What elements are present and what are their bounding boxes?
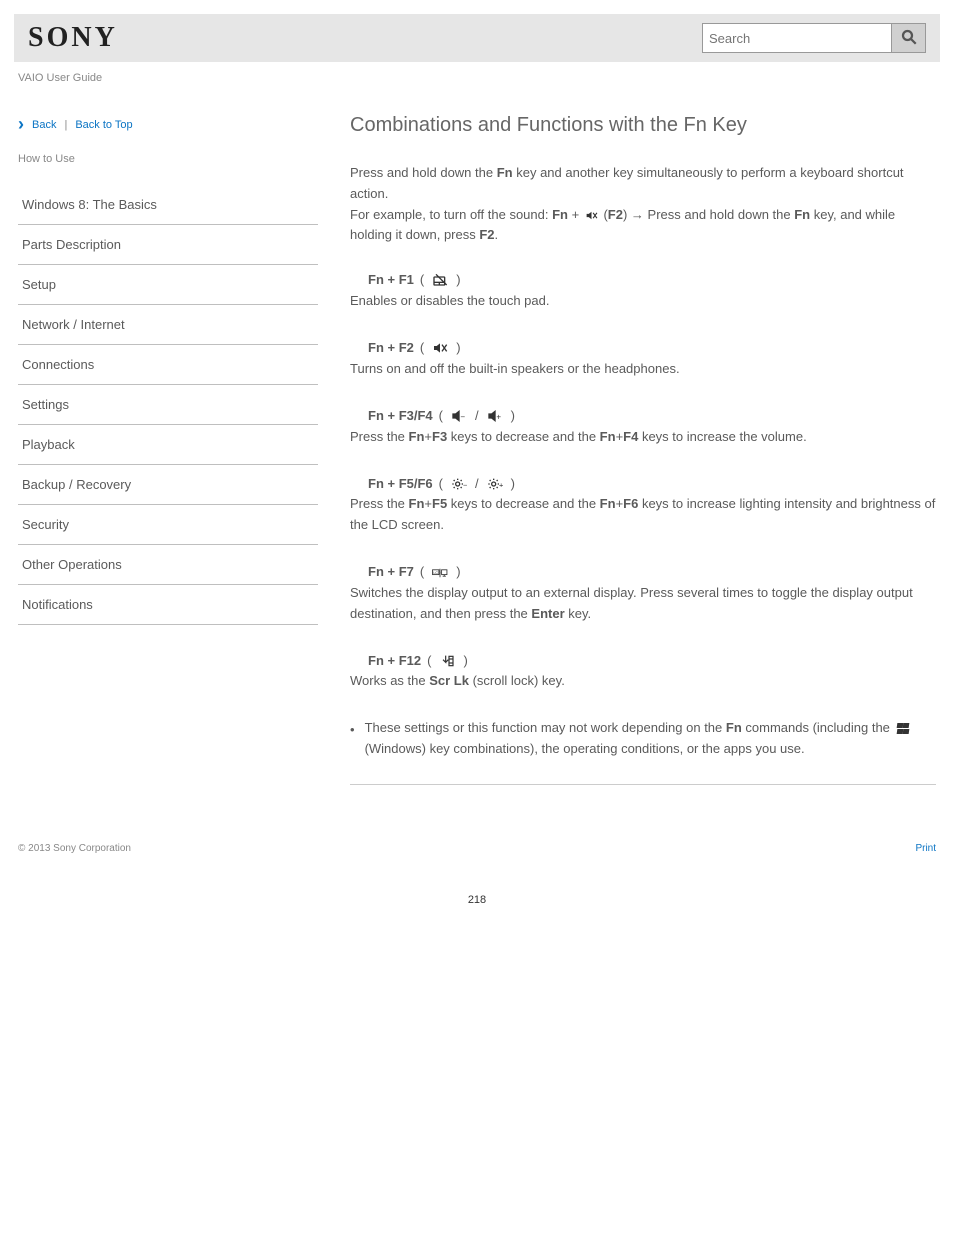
sidebar-item-playback[interactable]: Playback	[18, 425, 318, 465]
volume-up-icon: +	[487, 408, 503, 424]
search-input[interactable]	[702, 23, 892, 53]
sidebar-item-network[interactable]: Network / Internet	[18, 305, 318, 345]
svg-text:+: +	[499, 480, 503, 489]
sidebar-item-windows8[interactable]: Windows 8: The Basics	[18, 185, 318, 225]
fn-row-f1: Fn + F1 ( ) Enables or disables the touc…	[350, 270, 936, 312]
product-name: VAIO User Guide	[18, 72, 936, 84]
sidebar-item-setup[interactable]: Setup	[18, 265, 318, 305]
sidebar-item-notifications[interactable]: Notifications	[18, 585, 318, 625]
search-form	[702, 23, 926, 53]
fn-label-f7: Fn + F7 ( LCD )	[368, 562, 461, 583]
page-title: Combinations and Functions with the Fn K…	[350, 114, 936, 137]
chevron-right-icon: ›	[18, 114, 24, 135]
mute-icon	[432, 340, 448, 356]
howto-label: How to Use	[18, 153, 318, 165]
fn-label-f12: Fn + F12 ( )	[368, 651, 468, 672]
fn-row-f3f4: Fn + F3/F4 ( − / + ) Press the Fn+F3 key…	[350, 406, 936, 448]
fn-row-f5f6: Fn + F5/F6 ( − / + ) Press the Fn+F5 key…	[350, 473, 936, 536]
print-link[interactable]: Print	[915, 843, 936, 854]
copyright: © 2013 Sony Corporation	[18, 843, 131, 854]
search-icon	[900, 28, 918, 49]
back-to-top-link[interactable]: Back to Top	[75, 119, 132, 131]
footer: © 2013 Sony Corporation Print	[18, 843, 936, 854]
fn-row-f12: Fn + F12 ( ) Works as the Scr Lk (scroll…	[350, 651, 936, 693]
fn-label-f2: Fn + F2 ( )	[368, 338, 461, 359]
fn-label-f1: Fn + F1 ( )	[368, 270, 461, 291]
display-out-icon: LCD	[432, 565, 448, 581]
search-button[interactable]	[892, 23, 926, 53]
sidebar-item-other[interactable]: Other Operations	[18, 545, 318, 585]
brightness-down-icon: −	[451, 476, 467, 492]
sidebar-item-security[interactable]: Security	[18, 505, 318, 545]
brightness-up-icon: +	[487, 476, 503, 492]
sidebar-item-connections[interactable]: Connections	[18, 345, 318, 385]
fn-row-f2: Fn + F2 ( ) Turns on and off the built-i…	[350, 338, 936, 380]
scroll-lock-icon	[439, 653, 455, 669]
bullet-icon: •	[350, 720, 355, 760]
sidebar-item-backup[interactable]: Backup / Recovery	[18, 465, 318, 505]
sidebar-item-parts[interactable]: Parts Description	[18, 225, 318, 265]
sidebar: › Back | Back to Top How to Use Windows …	[18, 114, 318, 803]
note-bullet: • These settings or this function may no…	[350, 718, 936, 760]
separator	[350, 784, 936, 785]
fn-label-f3f4: Fn + F3/F4 ( − / + )	[368, 406, 515, 427]
fn-label-f5f6: Fn + F5/F6 ( − / + )	[368, 474, 515, 495]
svg-text:−: −	[460, 413, 465, 422]
intro-paragraph: Press and hold down the Fn key and anoth…	[350, 163, 936, 246]
sidebar-item-settings[interactable]: Settings	[18, 385, 318, 425]
touchpad-off-icon	[432, 273, 448, 289]
page-number: 218	[0, 894, 954, 906]
volume-down-icon: −	[451, 408, 467, 424]
svg-text:−: −	[463, 480, 467, 489]
back-link[interactable]: Back	[32, 119, 56, 131]
brand-logo: SONY	[28, 22, 118, 54]
main-content: Combinations and Functions with the Fn K…	[350, 114, 936, 803]
svg-text:+: +	[496, 413, 501, 422]
fn-row-f7: Fn + F7 ( LCD ) Switches the display out…	[350, 562, 936, 625]
header-bar: SONY	[14, 14, 940, 62]
breadcrumb: › Back | Back to Top	[18, 114, 318, 135]
windows-icon	[897, 723, 911, 735]
mute-icon	[585, 207, 598, 223]
